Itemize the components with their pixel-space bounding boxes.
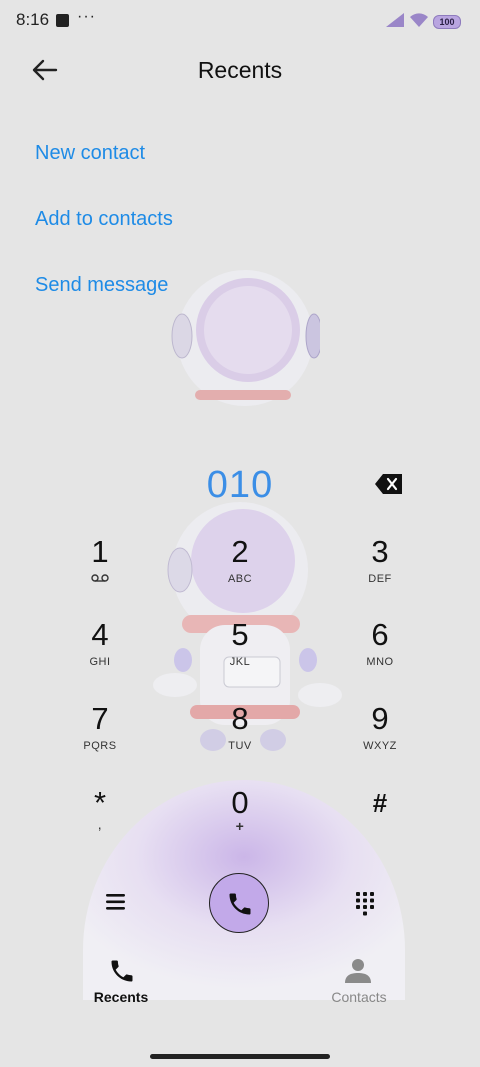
key-5[interactable]: 5 JKL [180,618,300,669]
key-star[interactable]: * , [40,786,160,833]
recents-phone-icon[interactable] [108,957,136,985]
key-6[interactable]: 6 MNO [320,618,440,669]
phone-icon [229,893,251,915]
voicemail-icon [91,574,109,582]
nav-recents-label[interactable]: Recents [60,989,182,1005]
backspace-icon[interactable] [374,473,404,495]
key-9[interactable]: 9 WXYZ [320,702,440,753]
key-2[interactable]: 2 ABC [180,535,300,586]
signal-icon [386,13,404,27]
menu-icon[interactable] [104,891,128,913]
dialed-number: 010 [206,464,274,506]
contact-person-icon[interactable] [343,956,373,986]
nav-contacts-label[interactable]: Contacts [298,989,420,1005]
notification-square-icon [56,14,69,27]
call-button[interactable] [209,873,269,933]
status-time: 8:16 [16,10,50,29]
send-message-link[interactable]: Send message [35,274,168,297]
key-8[interactable]: 8 TUV [180,702,300,753]
more-notifications-icon: ··· [77,8,96,25]
home-indicator[interactable] [150,1054,330,1059]
key-0[interactable]: 0 + [180,786,300,835]
key-7[interactable]: 7 PQRS [40,702,160,753]
battery-indicator: 100 [433,15,461,29]
page-title: Recents [197,57,283,83]
key-hash[interactable]: # [320,786,440,820]
key-3[interactable]: 3 DEF [320,535,440,586]
key-1[interactable]: 1 [40,535,160,588]
dialpad-icon[interactable] [354,891,376,917]
add-to-contacts-link[interactable]: Add to contacts [35,208,173,231]
wifi-icon [410,13,428,27]
key-4[interactable]: 4 GHI [40,618,160,669]
new-contact-link[interactable]: New contact [35,142,145,165]
